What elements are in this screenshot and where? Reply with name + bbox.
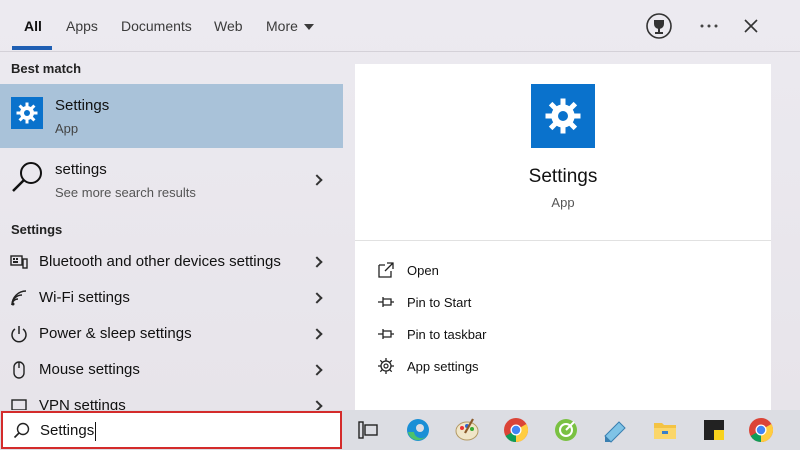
search-input-value: Settings [40, 422, 95, 439]
tab-more[interactable]: More [266, 0, 314, 52]
search-icon [12, 162, 42, 192]
action-label: Pin to Start [407, 295, 472, 310]
web-search-result[interactable]: settings See more search results [0, 150, 343, 210]
paint-icon[interactable] [453, 416, 481, 444]
settings-item-wifi[interactable]: Wi-Fi settings [0, 280, 343, 316]
chevron-right-icon [311, 400, 323, 410]
vpn-icon [11, 399, 27, 410]
app-preview-card: Settings App [355, 64, 771, 240]
app-preview-title: Settings [528, 166, 598, 187]
settings-item-label: Power & sleep settings [39, 325, 192, 342]
edge-icon[interactable] [404, 416, 432, 444]
devices-icon [10, 255, 28, 269]
settings-item-label: Wi-Fi settings [39, 289, 130, 306]
best-match-heading: Best match [11, 61, 82, 76]
chevron-right-icon [311, 174, 323, 186]
settings-item-label: VPN settings [39, 397, 126, 410]
pin-icon [378, 329, 394, 339]
settings-item-label: Mouse settings [39, 361, 140, 378]
action-label: App settings [407, 359, 479, 374]
app-preview-subtitle: App [551, 195, 575, 210]
tab-more-label: More [266, 18, 298, 34]
gear-icon [378, 358, 394, 374]
chevron-right-icon [311, 292, 323, 304]
tab-web[interactable]: Web [214, 0, 243, 52]
text-cursor [95, 422, 96, 441]
action-label: Open [407, 263, 439, 278]
tab-all[interactable]: All [24, 0, 42, 52]
chevron-down-icon [303, 24, 314, 31]
gear-icon [531, 84, 595, 148]
gear-icon [11, 97, 43, 129]
best-match-title: Settings [55, 97, 110, 114]
settings-item-bluetooth[interactable]: Bluetooth and other devices settings [0, 244, 343, 280]
more-options-icon[interactable] [693, 10, 725, 42]
open-icon [378, 262, 394, 278]
tab-apps[interactable]: Apps [66, 0, 98, 52]
settings-heading: Settings [11, 222, 63, 237]
trophy-icon[interactable] [643, 10, 675, 42]
file-explorer-icon[interactable] [651, 416, 679, 444]
search-input[interactable]: Settings [1, 411, 342, 449]
chevron-right-icon [311, 328, 323, 340]
greenshot-icon[interactable] [552, 416, 580, 444]
chrome-icon[interactable] [502, 416, 530, 444]
settings-item-power[interactable]: Power & sleep settings [0, 316, 343, 352]
sticky-notes-icon[interactable] [700, 416, 728, 444]
settings-item-mouse[interactable]: Mouse settings [0, 352, 343, 388]
best-match-subtitle: App [55, 121, 79, 136]
chrome-icon[interactable] [747, 416, 775, 444]
best-match-settings-app[interactable]: Settings App [0, 84, 343, 148]
action-label: Pin to taskbar [407, 327, 487, 342]
pin-icon [378, 297, 394, 307]
notepad-icon[interactable] [601, 416, 629, 444]
chevron-right-icon [311, 364, 323, 376]
tab-documents[interactable]: Documents [121, 0, 192, 52]
close-icon[interactable] [735, 10, 767, 42]
app-actions: Open Pin to Start Pin to taskbar App set… [355, 240, 771, 410]
search-tabs: All Apps Documents Web More [0, 0, 800, 52]
mouse-icon [13, 361, 25, 379]
wifi-icon [11, 290, 27, 306]
web-result-title: settings [55, 161, 107, 178]
power-icon [11, 326, 27, 343]
web-result-subtitle: See more search results [55, 185, 196, 200]
settings-item-label: Bluetooth and other devices settings [39, 253, 281, 270]
active-tab-indicator [12, 46, 52, 50]
task-view-icon[interactable] [354, 416, 382, 444]
search-icon [13, 422, 30, 439]
settings-item-vpn[interactable]: VPN settings [0, 388, 343, 410]
chevron-right-icon [311, 256, 323, 268]
